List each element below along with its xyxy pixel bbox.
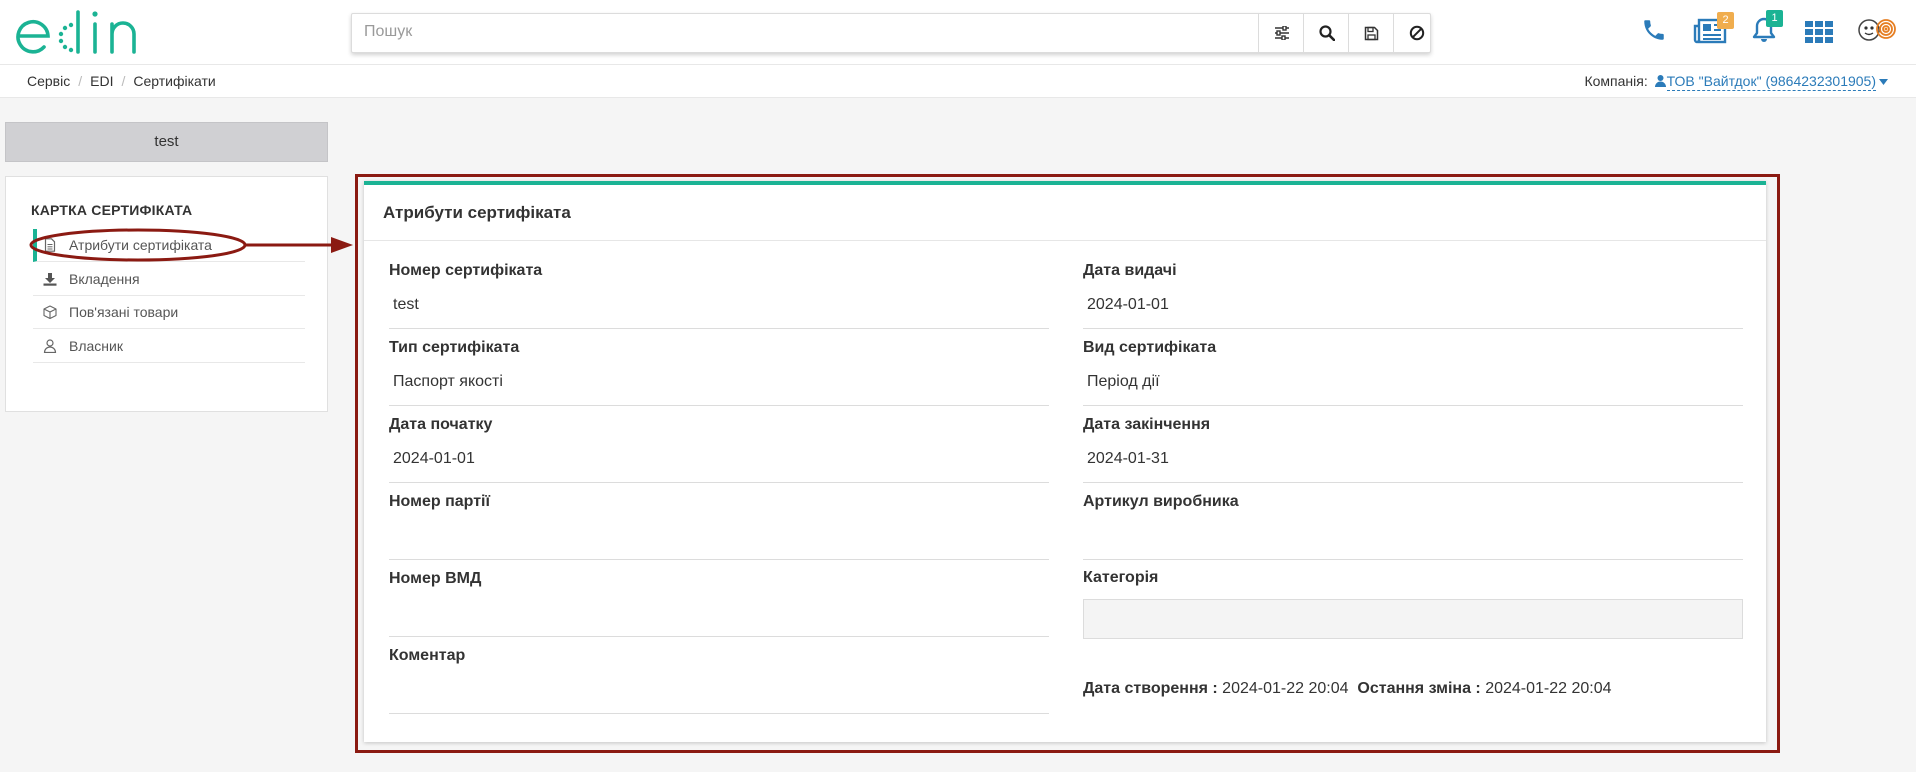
field-cert-kind: Вид сертифіката Період дії	[1083, 339, 1743, 406]
manufacturer-sku-value[interactable]	[1083, 520, 1743, 560]
breadcrumb-bar: Сервіс / EDI / Сертифікати Компанія: ТОВ "Ва…	[0, 65, 1916, 98]
created-value: 2024-01-22 20:04	[1222, 680, 1349, 697]
apps-grid-icon	[1805, 21, 1833, 43]
breadcrumb-item-edi[interactable]: EDI	[90, 73, 113, 89]
start-date-value[interactable]: 2024-01-01	[389, 443, 1049, 483]
record-metadata: Дата створення : 2024-01-22 20:04 Останн…	[1083, 680, 1612, 698]
sidebar-item-label: Власник	[69, 338, 123, 354]
company-label: Компанія:	[1584, 73, 1648, 89]
batch-number-value[interactable]	[389, 520, 1049, 560]
field-label: Вид сертифіката	[1083, 339, 1217, 356]
issue-date-value[interactable]: 2024-01-01	[1083, 289, 1743, 329]
field-manufacturer-sku: Артикул виробника	[1083, 493, 1743, 560]
field-label: Номер ВМД	[389, 570, 482, 587]
field-cert-type: Тип сертифіката Паспорт якості	[389, 339, 1049, 406]
cert-type-value[interactable]: Паспорт якості	[389, 366, 1049, 406]
box-icon	[43, 305, 57, 319]
certificate-card-title: КАРТКА СЕРТИФІКАТА	[31, 202, 193, 218]
save-icon	[1364, 26, 1379, 40]
phone-button[interactable]	[1641, 17, 1667, 48]
field-start-date: Дата початку 2024-01-01	[389, 416, 1049, 483]
category-value[interactable]	[1083, 599, 1743, 639]
document-icon	[44, 238, 56, 252]
top-bar: 2 1	[0, 0, 1916, 65]
comment-value[interactable]	[389, 674, 1049, 714]
field-label: Категорія	[1083, 569, 1159, 586]
user-icon	[1654, 75, 1666, 87]
sidebar-item-label: Атрибути сертифіката	[69, 237, 212, 253]
sidebar-item-attributes[interactable]: Атрибути сертифіката	[33, 229, 305, 262]
clear-icon	[1409, 25, 1424, 41]
save-search-button[interactable]	[1348, 14, 1394, 52]
breadcrumb-item-service[interactable]: Сервіс	[27, 73, 70, 89]
filter-icon	[1274, 26, 1289, 40]
search-icon	[1318, 25, 1335, 41]
apps-button[interactable]	[1805, 21, 1833, 48]
search-input[interactable]	[352, 14, 1276, 50]
modified-value: 2024-01-22 20:04	[1485, 680, 1612, 697]
search-button[interactable]	[1303, 14, 1349, 52]
sidebar-item-label: Вкладення	[69, 271, 140, 287]
field-comment: Коментар	[389, 647, 1049, 714]
breadcrumb-item-certificates[interactable]: Сертифікати	[133, 73, 215, 89]
edin-logo[interactable]	[16, 8, 158, 58]
field-label: Артикул виробника	[1083, 493, 1239, 510]
company-name[interactable]: ТОВ "Вайтдок" (9864232301905)	[1666, 73, 1876, 91]
certificate-attributes-panel: Атрибути сертифіката Номер сертифіката t…	[364, 181, 1766, 742]
search-bar	[351, 13, 1431, 53]
field-end-date: Дата закінчення 2024-01-31	[1083, 416, 1743, 483]
download-icon	[43, 273, 57, 286]
field-label: Коментар	[389, 647, 466, 664]
field-issue-date: Дата видачі 2024-01-01	[1083, 262, 1743, 329]
field-label: Дата закінчення	[1083, 416, 1211, 433]
field-label: Номер сертифіката	[389, 262, 543, 279]
sidebar-item-owner[interactable]: Власник	[33, 330, 305, 363]
phone-icon	[1644, 20, 1664, 40]
panel-header: Атрибути сертифіката	[364, 185, 1766, 241]
company-selector[interactable]: Компанія: ТОВ "Вайтдок" (9864232301905)	[1584, 73, 1888, 91]
field-cert-number: Номер сертифіката test	[389, 262, 1049, 329]
sidebar-item-related-goods[interactable]: Пов'язані товари	[33, 296, 305, 329]
user-outline-icon	[43, 339, 57, 353]
modified-label: Остання зміна :	[1357, 680, 1481, 697]
cert-kind-value[interactable]: Період дії	[1083, 366, 1743, 406]
field-batch-number: Номер партії	[389, 493, 1049, 560]
notifications-badge: 1	[1766, 10, 1783, 27]
user-avatar[interactable]	[1853, 14, 1897, 51]
certificate-tab[interactable]: test	[5, 122, 328, 162]
cert-number-value[interactable]: test	[389, 289, 1049, 329]
sidebar-item-attachments[interactable]: Вкладення	[33, 263, 305, 296]
vmd-number-value[interactable]	[389, 597, 1049, 637]
breadcrumb-separator: /	[78, 73, 83, 89]
field-label: Тип сертифіката	[389, 339, 520, 356]
created-label: Дата створення :	[1083, 680, 1218, 697]
field-vmd-number: Номер ВМД	[389, 570, 1049, 637]
panel-title: Атрибути сертифіката	[383, 203, 571, 222]
field-label: Дата початку	[389, 416, 493, 433]
news-button[interactable]: 2	[1693, 12, 1734, 49]
news-badge: 2	[1717, 12, 1734, 29]
notifications-button[interactable]: 1	[1752, 10, 1783, 49]
field-label: Дата видачі	[1083, 262, 1177, 279]
certificate-card-menu: КАРТКА СЕРТИФІКАТА Атрибути сертифіката …	[5, 176, 328, 412]
annotation-arrow-head	[331, 237, 353, 253]
filter-button[interactable]	[1258, 14, 1304, 52]
sidebar-item-label: Пов'язані товари	[69, 304, 179, 320]
breadcrumb: Сервіс / EDI / Сертифікати	[27, 73, 216, 89]
end-date-value[interactable]: 2024-01-31	[1083, 443, 1743, 483]
caret-down-icon	[1879, 79, 1888, 85]
user-avatar-icon	[1858, 19, 1896, 41]
field-label: Номер партії	[389, 493, 490, 510]
clear-search-button[interactable]	[1393, 14, 1439, 52]
field-category: Категорія	[1083, 569, 1743, 639]
breadcrumb-separator: /	[121, 73, 126, 89]
